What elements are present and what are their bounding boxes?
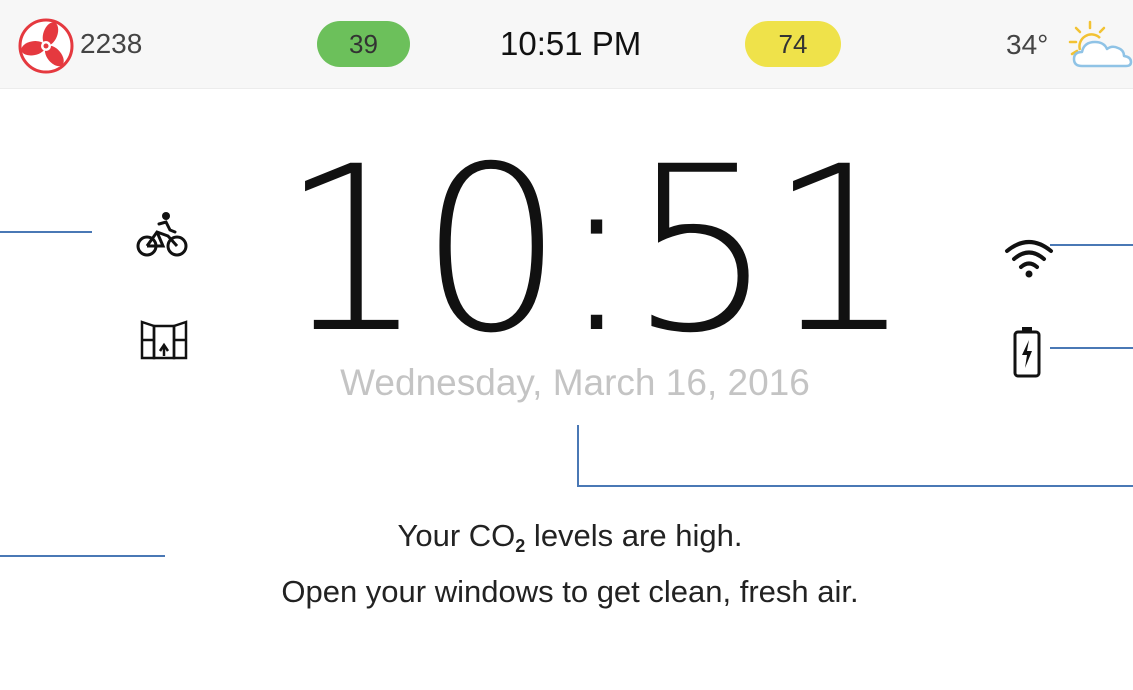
callout-line-message	[0, 555, 165, 557]
bicycle-icon[interactable]	[135, 210, 189, 258]
callout-line-date-horizontal	[577, 485, 1133, 487]
callout-line-activity	[0, 231, 92, 233]
main-clock: 10:51	[280, 117, 913, 383]
indoor-value-badge[interactable]: 39	[317, 21, 410, 67]
co2-message-line1: Your CO2 levels are high.	[397, 518, 743, 556]
battery-charging-icon[interactable]	[1013, 326, 1041, 378]
temperature: 34°	[1006, 29, 1049, 60]
co2-message-line2: Open your windows to get clean, fresh ai…	[281, 574, 859, 609]
co2-message: Your CO2 levels are high. Open your wind…	[190, 513, 950, 615]
partly-cloudy-icon[interactable]	[1062, 20, 1133, 72]
main-date: Wednesday, March 16, 2016	[340, 362, 810, 403]
status-time: 10:51 PM	[500, 25, 642, 62]
wifi-icon[interactable]	[1004, 238, 1054, 280]
callout-line-battery	[1050, 347, 1133, 349]
fan-count: 2238	[80, 28, 143, 59]
fan-icon[interactable]	[18, 18, 74, 74]
callout-line-date-vertical	[577, 425, 579, 486]
open-window-icon[interactable]	[140, 318, 188, 362]
callout-line-wifi	[1050, 244, 1133, 246]
status-bar: 2238 39 10:51 PM 74 34°	[0, 0, 1133, 89]
outdoor-value-badge[interactable]: 74	[745, 21, 841, 67]
